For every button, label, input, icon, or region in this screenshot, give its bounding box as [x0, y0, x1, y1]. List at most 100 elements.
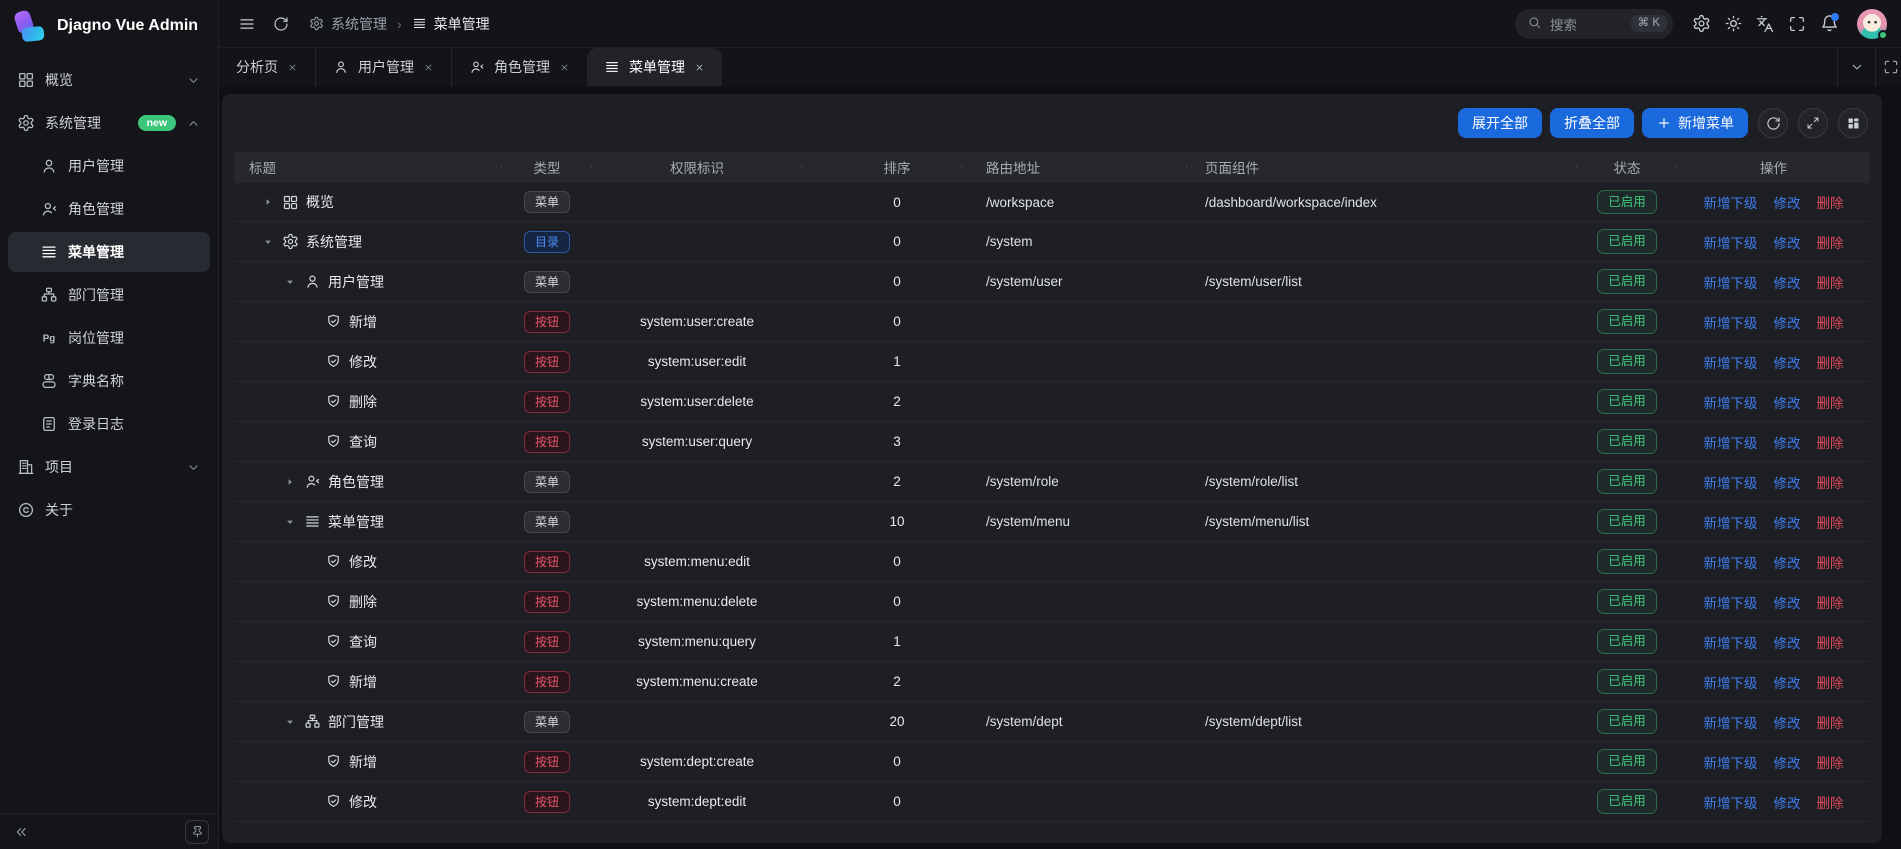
- op-add-child-link[interactable]: 新增下级: [1704, 472, 1758, 492]
- op-edit-link[interactable]: 修改: [1774, 472, 1801, 492]
- row-title: 角色管理: [328, 472, 384, 492]
- op-add-child-link[interactable]: 新增下级: [1704, 792, 1758, 812]
- op-edit-link[interactable]: 修改: [1774, 232, 1801, 252]
- op-delete-link[interactable]: 删除: [1817, 712, 1844, 732]
- expand-all-button[interactable]: 展开全部: [1458, 108, 1542, 138]
- op-edit-link[interactable]: 修改: [1774, 792, 1801, 812]
- row-title: 新增: [349, 672, 377, 692]
- tab-close-icon[interactable]: [694, 62, 705, 73]
- table-refresh-button[interactable]: [1758, 108, 1788, 138]
- op-delete-link[interactable]: 删除: [1817, 792, 1844, 812]
- settings-button[interactable]: [1687, 10, 1715, 38]
- tab-close-icon[interactable]: [559, 62, 570, 73]
- op-add-child-link[interactable]: 新增下级: [1704, 672, 1758, 692]
- op-delete-link[interactable]: 删除: [1817, 592, 1844, 612]
- op-edit-link[interactable]: 修改: [1774, 272, 1801, 292]
- sidebar-item-menu[interactable]: 菜单管理: [8, 232, 210, 272]
- tab-maximize-button[interactable]: [1875, 48, 1901, 86]
- breadcrumb-item[interactable]: 系统管理: [309, 14, 387, 34]
- op-add-child-link[interactable]: 新增下级: [1704, 272, 1758, 292]
- op-delete-link[interactable]: 删除: [1817, 352, 1844, 372]
- row-actions: 新增下级修改删除: [1677, 792, 1870, 812]
- op-add-child-link[interactable]: 新增下级: [1704, 752, 1758, 772]
- op-edit-link[interactable]: 修改: [1774, 552, 1801, 572]
- op-add-child-link[interactable]: 新增下级: [1704, 552, 1758, 572]
- op-delete-link[interactable]: 删除: [1817, 512, 1844, 532]
- op-edit-link[interactable]: 修改: [1774, 712, 1801, 732]
- op-add-child-link[interactable]: 新增下级: [1704, 632, 1758, 652]
- op-add-child-link[interactable]: 新增下级: [1704, 512, 1758, 532]
- breadcrumb-item[interactable]: 菜单管理: [412, 14, 490, 34]
- row-title: 新增: [349, 312, 377, 332]
- op-delete-link[interactable]: 删除: [1817, 552, 1844, 572]
- sidebar-item-about[interactable]: 关于: [8, 490, 210, 530]
- op-edit-link[interactable]: 修改: [1774, 312, 1801, 332]
- tab-options-button[interactable]: [1837, 48, 1875, 86]
- sidebar-item-user[interactable]: 用户管理: [8, 146, 210, 186]
- op-edit-link[interactable]: 修改: [1774, 432, 1801, 452]
- op-delete-link[interactable]: 删除: [1817, 272, 1844, 292]
- logo[interactable]: Djagno Vue Admin: [0, 0, 218, 52]
- op-delete-link[interactable]: 删除: [1817, 632, 1844, 652]
- op-edit-link[interactable]: 修改: [1774, 192, 1801, 212]
- sidebar-item-dict[interactable]: 字典名称: [8, 361, 210, 401]
- fullscreen-button[interactable]: [1783, 10, 1811, 38]
- pin-sidebar-button[interactable]: [185, 820, 209, 844]
- op-edit-link[interactable]: 修改: [1774, 632, 1801, 652]
- op-delete-link[interactable]: 删除: [1817, 192, 1844, 212]
- sidebar-item-dept[interactable]: 部门管理: [8, 275, 210, 315]
- status-badge: 已启用: [1597, 629, 1657, 654]
- op-add-child-link[interactable]: 新增下级: [1704, 392, 1758, 412]
- op-edit-link[interactable]: 修改: [1774, 592, 1801, 612]
- op-delete-link[interactable]: 删除: [1817, 472, 1844, 492]
- op-edit-link[interactable]: 修改: [1774, 752, 1801, 772]
- theme-toggle-button[interactable]: [1719, 10, 1747, 38]
- op-edit-link[interactable]: 修改: [1774, 352, 1801, 372]
- notifications-button[interactable]: [1815, 10, 1843, 38]
- table-columns-button[interactable]: [1838, 108, 1868, 138]
- tab-close-icon[interactable]: [423, 62, 434, 73]
- op-add-child-link[interactable]: 新增下级: [1704, 432, 1758, 452]
- avatar[interactable]: [1857, 9, 1887, 39]
- sidebar-item-role[interactable]: 角色管理: [8, 189, 210, 229]
- op-add-child-link[interactable]: 新增下级: [1704, 232, 1758, 252]
- op-add-child-link[interactable]: 新增下级: [1704, 312, 1758, 332]
- tab-role[interactable]: 角色管理: [451, 48, 587, 86]
- sidebar-item-project[interactable]: 项目: [8, 447, 210, 487]
- sidebar-item-label: 角色管理: [68, 199, 201, 219]
- op-delete-link[interactable]: 删除: [1817, 672, 1844, 692]
- gear-icon: [282, 233, 299, 250]
- op-add-child-link[interactable]: 新增下级: [1704, 192, 1758, 212]
- status-badge: 已启用: [1597, 509, 1657, 534]
- tab-user[interactable]: 用户管理: [315, 48, 451, 86]
- op-add-child-link[interactable]: 新增下级: [1704, 592, 1758, 612]
- refresh-page-button[interactable]: [267, 10, 295, 38]
- collapse-sidebar-button[interactable]: [9, 820, 33, 844]
- op-delete-link[interactable]: 删除: [1817, 432, 1844, 452]
- language-button[interactable]: [1751, 10, 1779, 38]
- status-badge: 已启用: [1597, 749, 1657, 774]
- tab-menu[interactable]: 菜单管理: [587, 48, 722, 86]
- op-edit-link[interactable]: 修改: [1774, 672, 1801, 692]
- sidebar-item-log[interactable]: 登录日志: [8, 404, 210, 444]
- op-delete-link[interactable]: 删除: [1817, 312, 1844, 332]
- sidebar-item-overview[interactable]: 概览: [8, 60, 210, 100]
- search-input[interactable]: 搜索 ⌘ K: [1515, 9, 1673, 39]
- op-add-child-link[interactable]: 新增下级: [1704, 712, 1758, 732]
- sidebar-item-system[interactable]: 系统管理 new: [8, 103, 210, 143]
- table-row: 概览 菜单 0 /workspace /dashboard/workspace/…: [234, 182, 1870, 222]
- tab-close-icon[interactable]: [287, 62, 298, 73]
- tab-analytics[interactable]: 分析页: [219, 48, 315, 86]
- op-edit-link[interactable]: 修改: [1774, 512, 1801, 532]
- sidebar-toggle-button[interactable]: [233, 10, 261, 38]
- add-menu-button[interactable]: 新增菜单: [1642, 108, 1748, 138]
- op-delete-link[interactable]: 删除: [1817, 392, 1844, 412]
- row-title: 新增: [349, 752, 377, 772]
- op-edit-link[interactable]: 修改: [1774, 392, 1801, 412]
- op-delete-link[interactable]: 删除: [1817, 232, 1844, 252]
- op-delete-link[interactable]: 删除: [1817, 752, 1844, 772]
- table-fullscreen-button[interactable]: [1798, 108, 1828, 138]
- sidebar-item-post[interactable]: Pg 岗位管理: [8, 318, 210, 358]
- collapse-all-button[interactable]: 折叠全部: [1550, 108, 1634, 138]
- op-add-child-link[interactable]: 新增下级: [1704, 352, 1758, 372]
